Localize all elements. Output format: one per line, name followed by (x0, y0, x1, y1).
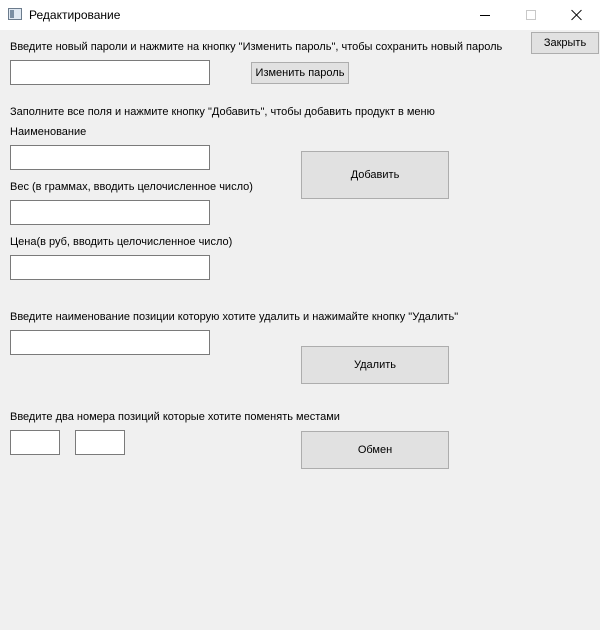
delete-name-input[interactable] (10, 330, 210, 355)
price-label: Цена(в руб, вводить целочисленное число) (10, 236, 233, 248)
add-product-instruction: Заполните все поля и нажмите кнопку "Доб… (10, 106, 435, 118)
price-input[interactable] (10, 255, 210, 280)
name-input[interactable] (10, 145, 210, 170)
swap-second-input[interactable] (75, 430, 125, 455)
delete-button[interactable]: Удалить (301, 346, 449, 384)
swap-button[interactable]: Обмен (301, 431, 449, 469)
title-bar: Редактирование (0, 0, 600, 30)
minimize-icon (480, 14, 490, 16)
weight-label: Вес (в граммах, вводить целочисленное чи… (10, 181, 253, 193)
close-icon (571, 9, 583, 21)
new-password-input[interactable] (10, 60, 210, 85)
add-button[interactable]: Добавить (301, 151, 449, 199)
password-instruction: Введите новый пароли и нажмите на кнопку… (10, 41, 503, 53)
app-icon (8, 8, 22, 20)
window-title: Редактирование (29, 8, 121, 22)
close-button[interactable]: Закрыть (531, 32, 599, 54)
delete-instruction: Введите наименование позиции которую хот… (10, 311, 459, 323)
maximize-icon (526, 10, 536, 20)
name-label: Наименование (10, 126, 87, 138)
weight-input[interactable] (10, 200, 210, 225)
swap-first-input[interactable] (10, 430, 60, 455)
minimize-button[interactable] (462, 0, 508, 30)
change-password-button[interactable]: Изменить пароль (251, 62, 349, 84)
swap-instruction: Введите два номера позиций которые хотит… (10, 411, 340, 423)
close-window-button[interactable] (554, 0, 600, 30)
maximize-button[interactable] (508, 0, 554, 30)
